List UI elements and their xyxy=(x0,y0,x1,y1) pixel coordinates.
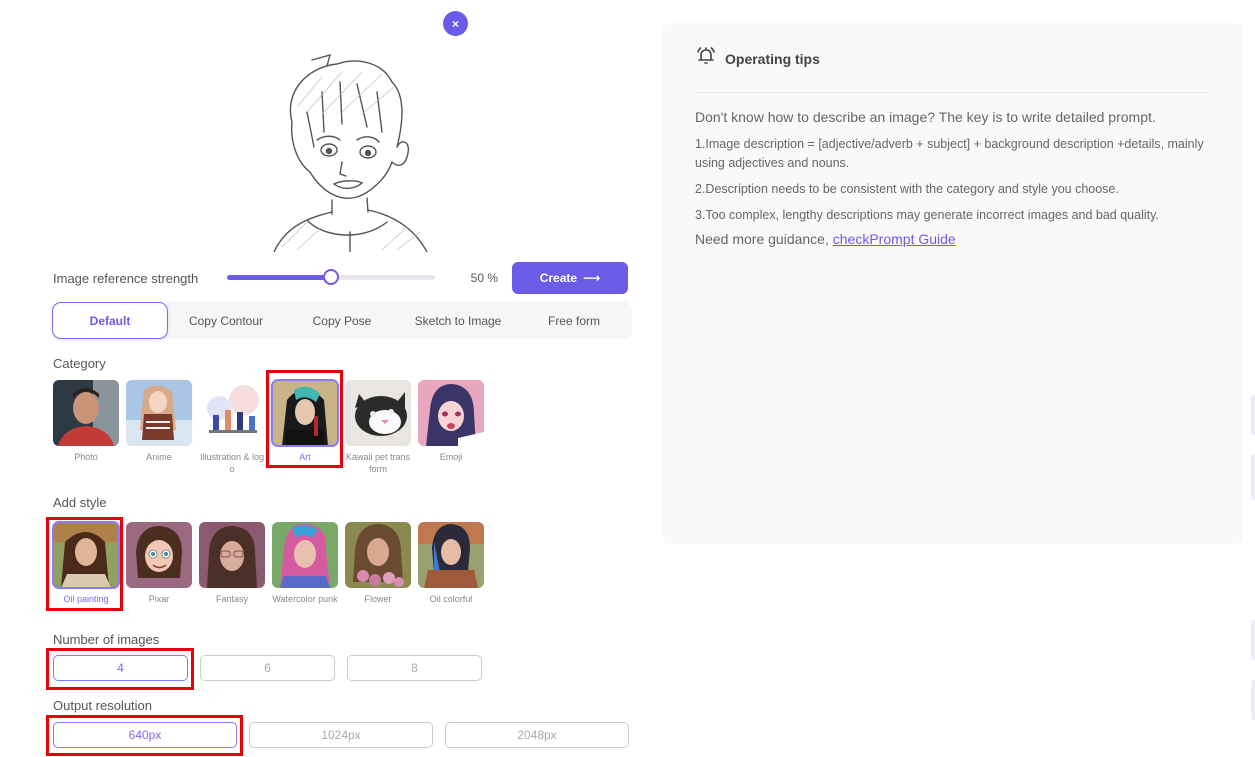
style-caption: Fantasy xyxy=(215,594,248,604)
oil-painting-thumbnail xyxy=(52,521,120,589)
resolution-2048[interactable]: 2048px xyxy=(445,722,629,748)
num-images-8[interactable]: 8 xyxy=(347,655,482,681)
resolution-640[interactable]: 640px xyxy=(53,722,237,748)
edge-tab[interactable] xyxy=(1251,395,1255,435)
create-label: Create xyxy=(539,271,578,285)
category-emoji[interactable]: Emoji xyxy=(418,380,484,475)
arrow-right-icon: ⟶ xyxy=(583,271,601,285)
edge-tab[interactable] xyxy=(1251,620,1255,660)
tab-sketch-to-image[interactable]: Sketch to Image xyxy=(400,302,516,339)
art-thumbnail xyxy=(271,379,339,447)
mode-tabs: Default Copy Contour Copy Pose Sketch to… xyxy=(52,302,632,339)
guide-text: Need more guidance, checkPrompt Guide xyxy=(695,231,1210,247)
tab-copy-pose[interactable]: Copy Pose xyxy=(284,302,400,339)
flower-thumbnail xyxy=(345,522,411,588)
reference-strength-row: Image reference strength 50 % Create ⟶ xyxy=(53,262,628,294)
num-images-6[interactable]: 6 xyxy=(200,655,335,681)
style-caption: Flower xyxy=(364,594,392,604)
prompt-guide-link[interactable]: checkPrompt Guide xyxy=(833,231,956,247)
category-caption: Emoji xyxy=(439,452,463,462)
category-caption: Illustration & logo xyxy=(199,452,265,474)
resolution-1024[interactable]: 1024px xyxy=(249,722,433,748)
style-caption: Watercolor punk xyxy=(272,594,338,604)
kawaii-pet-thumbnail xyxy=(345,380,411,446)
num-images-options: 4 6 8 xyxy=(53,655,482,681)
emoji-thumbnail xyxy=(418,380,484,446)
category-label: Category xyxy=(53,356,106,371)
oil-colorful-thumbnail xyxy=(418,522,484,588)
fantasy-thumbnail xyxy=(199,522,265,588)
tip-item: 2.Description needs to be consistent wit… xyxy=(695,182,1119,196)
strength-value: 50 % xyxy=(470,271,499,285)
category-caption: Kawaii pet transform xyxy=(345,452,411,474)
illustration-thumbnail xyxy=(199,380,265,446)
category-anime[interactable]: Anime xyxy=(126,380,192,475)
close-button[interactable]: × xyxy=(443,11,468,36)
tip-item: 1.Image description = [adjective/adverb … xyxy=(695,137,1204,170)
reference-image xyxy=(262,52,437,253)
operating-tips-panel: Operating tips Don't know how to describ… xyxy=(662,23,1243,544)
edge-tab[interactable] xyxy=(1251,455,1255,500)
style-fantasy[interactable]: Fantasy xyxy=(199,522,265,605)
style-oil-colorful[interactable]: Oil colorful xyxy=(418,522,484,605)
style-list: Oil painting Pixar Fantasy Watercolor pu… xyxy=(52,521,484,605)
category-art[interactable]: Art xyxy=(271,379,339,475)
category-illustration-logo[interactable]: Illustration & logo xyxy=(199,380,265,475)
resolution-options: 640px 1024px 2048px xyxy=(53,722,629,748)
style-pixar[interactable]: Pixar xyxy=(126,522,192,605)
num-images-4[interactable]: 4 xyxy=(53,655,188,681)
tips-title: Operating tips xyxy=(725,50,820,67)
style-flower[interactable]: Flower xyxy=(345,522,411,605)
anime-thumbnail xyxy=(126,380,192,446)
guide-prefix: Need more guidance, xyxy=(695,231,833,247)
slider-thumb[interactable] xyxy=(322,269,339,285)
watercolor-punk-thumbnail xyxy=(272,522,338,588)
tips-header: Operating tips xyxy=(695,23,1210,93)
style-caption: Pixar xyxy=(148,594,170,604)
category-kawaii-pet[interactable]: Kawaii pet transform xyxy=(345,380,411,475)
photo-thumbnail xyxy=(53,380,119,446)
category-caption: Photo xyxy=(74,452,98,462)
category-list: Photo Anime Illustration & logo Art Kawa… xyxy=(53,379,484,475)
tips-intro: Don't know how to describe an image? The… xyxy=(695,109,1156,125)
bell-icon xyxy=(695,45,717,72)
category-caption: Art xyxy=(299,452,311,462)
style-label: Add style xyxy=(53,495,107,510)
strength-slider[interactable] xyxy=(226,269,436,285)
style-oil-painting[interactable]: Oil painting xyxy=(52,521,120,605)
sketch-illustration xyxy=(273,53,428,253)
style-watercolor-punk[interactable]: Watercolor punk xyxy=(272,522,338,605)
tab-default[interactable]: Default xyxy=(52,302,168,339)
style-caption: Oil colorful xyxy=(429,594,473,604)
edge-tab[interactable] xyxy=(1251,680,1255,720)
slider-fill xyxy=(226,275,331,280)
category-photo[interactable]: Photo xyxy=(53,380,119,475)
tab-copy-contour[interactable]: Copy Contour xyxy=(168,302,284,339)
resolution-label: Output resolution xyxy=(53,698,153,713)
tab-free-form[interactable]: Free form xyxy=(516,302,632,339)
num-images-label: Number of images xyxy=(53,632,160,647)
category-caption: Anime xyxy=(146,452,172,462)
close-icon: × xyxy=(451,16,459,31)
create-button[interactable]: Create ⟶ xyxy=(512,262,628,294)
pixar-thumbnail xyxy=(126,522,192,588)
tip-item: 3.Too complex, lengthy descriptions may … xyxy=(695,208,1159,222)
style-caption: Oil painting xyxy=(63,594,109,604)
strength-label: Image reference strength xyxy=(53,270,199,286)
